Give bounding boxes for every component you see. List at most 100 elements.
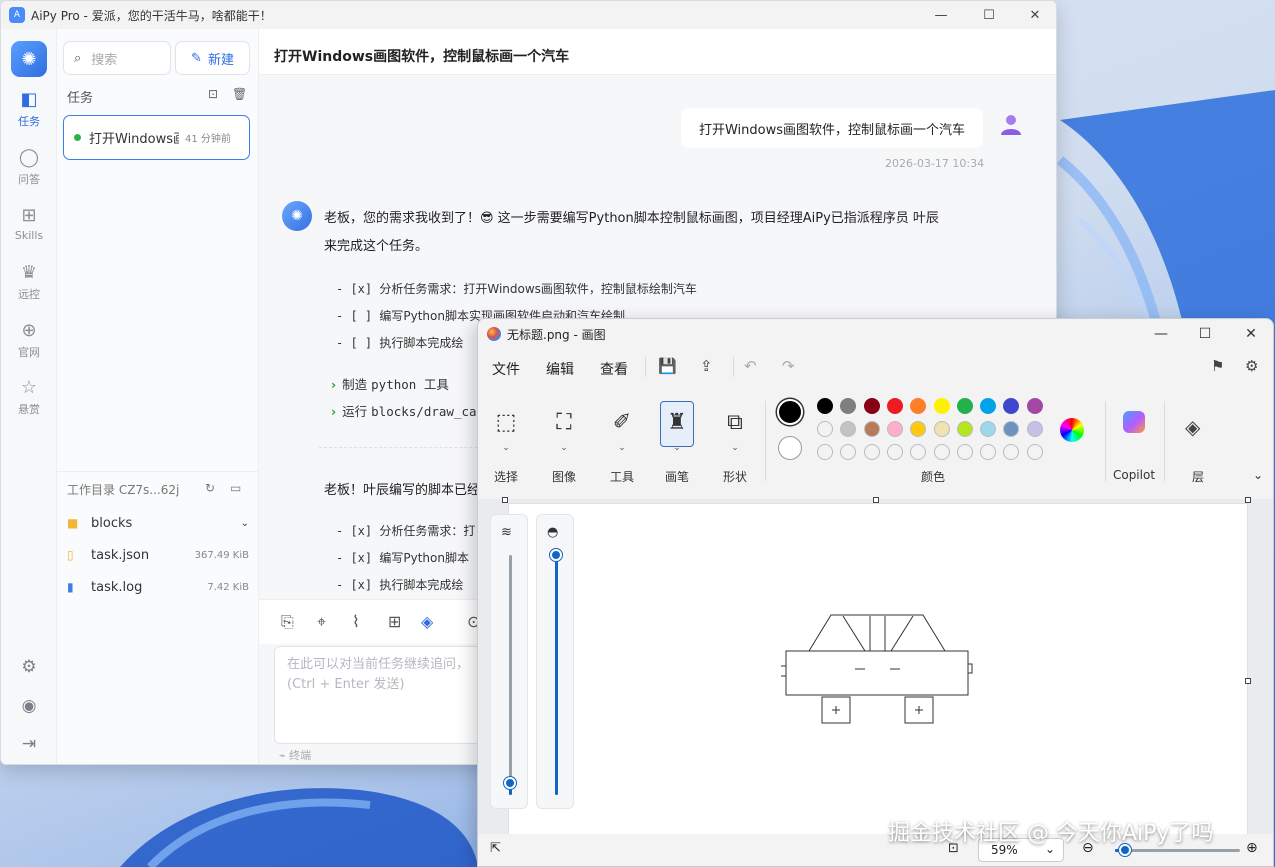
terminal-button[interactable]: ⌁ 终端 [279,747,311,763]
color-swatch[interactable] [886,421,903,437]
nav-remote[interactable]: ♛ 远控 [1,262,57,302]
nav-qa[interactable]: ◯ 问答 [1,147,57,187]
layers-icon[interactable]: ◈ [1185,415,1200,439]
color-swatch[interactable] [933,421,950,437]
checkbox-text: - [ ] [336,336,373,350]
size-slider-knob[interactable] [504,777,516,789]
checklist-text: 执行脚本完成绘 [379,336,464,350]
color-swatch[interactable] [980,444,997,460]
group-label: 工具 [609,470,634,484]
user-message: 打开Windows画图软件，控制鼠标画一个汽车 [681,108,983,148]
color-swatch[interactable] [863,398,880,414]
menu-divider [645,357,646,377]
settings-icon[interactable]: ⚙ [1,657,57,677]
paint-maximize-button[interactable]: ☐ [1182,319,1228,349]
secondary-color[interactable] [778,436,802,460]
color-swatch[interactable] [817,421,833,437]
color-swatch[interactable] [956,444,973,460]
close-button[interactable]: ✕ [1012,1,1056,29]
color-swatch[interactable] [980,421,997,437]
color-swatch[interactable] [1026,398,1043,414]
image-tool[interactable]: ⛶ ⌄ [550,403,578,453]
account-icon[interactable]: ◉ [1,696,57,716]
checklist-item: - [x] 分析任务需求：打开Windows画图软件，控制鼠标绘制汽车 [336,280,697,297]
chevron-down-icon: ⌄ [560,443,568,453]
zoom-slider[interactable] [1115,849,1240,852]
checklist-text: 分析任务需求：打开Windows画图软件，控制鼠标绘制汽车 [379,282,697,296]
share-icon[interactable]: ⇪ [700,357,713,375]
trash-icon[interactable]: 🗑 [232,87,247,101]
feedback-icon[interactable]: ⚑ [1211,357,1224,375]
mode-icon[interactable]: ◈ [421,612,433,631]
add-block-icon[interactable]: ⊞ [388,612,401,631]
color-swatch[interactable] [886,444,903,460]
paint-settings-icon[interactable]: ⚙ [1245,357,1258,375]
brush-tool[interactable]: ♜ ⌄ [663,403,691,453]
folder-open-icon[interactable]: ▭ [230,481,241,495]
color-swatch[interactable] [863,444,880,460]
file-item-task-json[interactable]: ▯ task.json 367.49 KiB [67,544,249,566]
tasks-icon: ◧ [20,89,38,110]
color-swatch[interactable] [817,444,833,460]
zoom-in-icon[interactable]: ⊕ [1246,840,1258,856]
terminal-icon: ⌁ [279,749,286,762]
size-track[interactable] [509,555,512,795]
color-swatch[interactable] [980,398,997,414]
color-swatch[interactable] [1026,421,1043,437]
maximize-button[interactable]: ☐ [966,1,1012,29]
undo-icon[interactable]: ↶ [744,357,757,375]
color-swatch[interactable] [933,444,950,460]
bot-message-2: 老板！叶辰编写的脚本已经 [324,483,481,498]
save-icon[interactable]: 💾 [658,357,677,375]
edit-colors-icon[interactable] [1060,418,1084,442]
file-item-blocks[interactable]: ■ blocks ⌄ [67,512,249,534]
resize-handle[interactable] [1245,678,1251,684]
nav-skills[interactable]: ⊞ Skills [1,205,57,242]
search-input[interactable]: ⌕ 搜索 [63,41,171,75]
color-swatch[interactable] [817,398,833,414]
nav-bounty[interactable]: ☆ 悬赏 [1,377,57,417]
chevron-down-icon: ⌄ [240,517,249,529]
color-swatch[interactable] [956,398,973,414]
nav-tasks[interactable]: ◧ 任务 [1,89,57,129]
task-item[interactable]: 打开Windows画图软件，控制鼠标画一个汽车 41 分钟前 [63,115,250,160]
minimize-button[interactable]: — [918,1,964,29]
menu-file[interactable]: 文件 [492,359,520,379]
opacity-slider-knob[interactable] [550,549,562,561]
brush-size-icon: ≋ [501,525,512,540]
lock-icon[interactable]: ⊡ [208,87,218,101]
canvas-area [478,497,1273,843]
attach-icon[interactable]: ⌇ [352,612,360,631]
watermark: 掘金技术社区 @ 今天你AiPy了吗 [888,821,1214,846]
color-swatch[interactable] [1026,444,1043,460]
nav-label: 问答 [18,173,40,186]
tool-call-item[interactable]: › 制造 python 工具 [331,374,449,393]
file-name: blocks [91,515,133,531]
select-tool[interactable]: ⬚ ⌄ [492,403,520,453]
location-icon[interactable]: ⌖ [317,612,326,632]
add-file-icon[interactable]: ⎘ [281,612,294,632]
color-swatch[interactable] [956,421,973,437]
color-swatch[interactable] [886,398,903,414]
tools-tool[interactable]: ✐ ⌄ [608,403,636,453]
refresh-icon[interactable]: ↻ [205,481,215,495]
file-item-task-log[interactable]: ▮ task.log 7.42 KiB [67,576,249,598]
shapes-tool[interactable]: ⧉ ⌄ [721,403,749,453]
chevron-down-icon[interactable]: ⌄ [1248,468,1268,482]
paint-minimize-button[interactable]: — [1138,319,1184,349]
task-panel: ⌕ 搜索 ✎ 新建 任务 ⊡ 🗑 打开Windows画图软件，控制鼠标画一个汽车 4… [57,29,259,764]
chat-icon: ◯ [18,147,40,168]
nav-website[interactable]: ⊕ 官网 [1,320,57,360]
menu-edit[interactable]: 编辑 [546,359,574,379]
copilot-icon[interactable] [1123,411,1145,433]
drawing-canvas[interactable] [508,503,1248,843]
paint-close-button[interactable]: ✕ [1228,319,1273,349]
redo-icon[interactable]: ↷ [782,357,795,375]
primary-color[interactable] [777,399,803,425]
color-swatch[interactable] [933,398,950,414]
menu-view[interactable]: 查看 [600,359,628,379]
tool-call-item[interactable]: › 运行 blocks/draw_ca [331,401,477,420]
color-swatch[interactable] [863,421,880,437]
new-task-button[interactable]: ✎ 新建 [175,41,250,75]
logout-icon[interactable]: ⇥ [1,734,57,754]
